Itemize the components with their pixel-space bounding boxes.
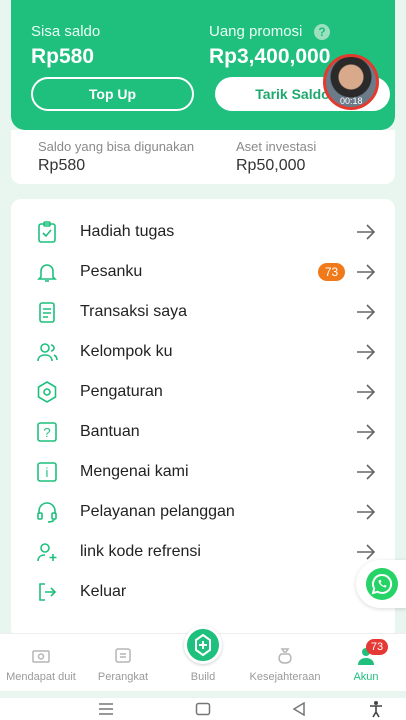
arrow-right-icon xyxy=(357,504,376,520)
clipboard-check-icon xyxy=(38,221,56,243)
arrow-right-icon xyxy=(357,384,376,400)
menu-item-label: Hadiah tugas xyxy=(80,223,175,240)
arrow-right-icon xyxy=(357,464,376,480)
money-icon xyxy=(32,650,50,663)
arrow-right-icon xyxy=(357,344,376,360)
menu-item-label: Bantuan xyxy=(80,423,140,440)
question-icon[interactable]: ? xyxy=(314,24,330,40)
promo-label: Uang promosi xyxy=(209,23,303,40)
settings-icon xyxy=(37,381,57,403)
menu-item-keluar[interactable]: Keluar xyxy=(11,572,395,612)
whatsapp-button[interactable] xyxy=(356,560,406,608)
menu-item-label: Kelompok ku xyxy=(80,343,173,360)
nav-account-badge: 73 xyxy=(366,639,388,655)
menu-item-label: link kode refrensi xyxy=(80,543,201,560)
nav-label: Kesejahteraan xyxy=(249,671,321,683)
info-icon: i xyxy=(37,462,57,482)
menu-item-label: Pelayanan pelanggan xyxy=(80,503,235,520)
build-icon xyxy=(195,633,211,657)
bell-icon xyxy=(37,264,57,282)
svg-text:?: ? xyxy=(43,425,50,440)
menu-item-label: Mengenai kami xyxy=(80,463,189,480)
device-icon xyxy=(115,648,131,663)
document-list-icon xyxy=(39,302,55,323)
video-time: 00:18 xyxy=(340,96,363,106)
saldo-value: Rp580 xyxy=(31,45,95,68)
nav-kesejahteraan[interactable]: Kesejahteraan xyxy=(244,634,326,692)
menu-item-pelayanan-pelanggan[interactable]: Pelayanan pelanggan xyxy=(11,492,395,532)
menu-item-link-kode-refrensi[interactable]: link kode refrensi xyxy=(11,532,395,572)
topup-button[interactable]: Top Up xyxy=(31,77,194,111)
sub-balance-card: Saldo yang bisa digunakan Rp580 Aset inv… xyxy=(11,130,395,184)
menu-item-label: Keluar xyxy=(80,583,127,600)
system-navigation-bar xyxy=(0,698,406,720)
menu-item-pesanku[interactable]: Pesanku 73 xyxy=(11,252,395,292)
menu-item-mengenai-kami[interactable]: i Mengenai kami xyxy=(11,452,395,492)
menu-item-hadiah-tugas[interactable]: Hadiah tugas xyxy=(11,212,395,252)
add-user-icon xyxy=(37,543,57,562)
menu-item-bantuan[interactable]: ? Bantuan xyxy=(11,412,395,452)
menu-item-transaksi-saya[interactable]: Transaksi saya xyxy=(11,292,395,332)
arrow-right-icon xyxy=(357,544,376,560)
arrow-right-icon xyxy=(357,304,376,320)
moneybag-icon xyxy=(278,648,292,664)
usable-balance-value: Rp580 xyxy=(38,157,86,174)
arrow-right-icon xyxy=(357,424,376,440)
svg-text:i: i xyxy=(46,465,49,480)
home-icon[interactable] xyxy=(195,702,211,716)
accessibility-icon[interactable] xyxy=(368,700,384,718)
nav-mendapat-duit[interactable]: Mendapat duit xyxy=(4,634,78,692)
unread-badge: 73 xyxy=(318,263,345,281)
promo-value: Rp3,400,000 xyxy=(209,45,331,68)
help-icon: ? xyxy=(37,422,57,442)
recent-apps-icon[interactable] xyxy=(97,702,115,716)
investment-value: Rp50,000 xyxy=(236,157,306,174)
whatsapp-icon xyxy=(366,568,398,600)
arrow-right-icon xyxy=(357,224,376,240)
logout-icon xyxy=(39,583,57,601)
headset-icon xyxy=(37,502,57,523)
nav-label: Mendapat duit xyxy=(6,671,76,683)
arrow-right-icon xyxy=(357,264,376,280)
back-icon[interactable] xyxy=(292,702,306,716)
usable-balance-label: Saldo yang bisa digunakan xyxy=(38,139,195,154)
saldo-label: Sisa saldo xyxy=(31,23,101,40)
group-icon xyxy=(37,343,58,362)
nav-label: Build xyxy=(190,671,216,683)
menu-item-pengaturan[interactable]: Pengaturan xyxy=(11,372,395,412)
nav-label: Perangkat xyxy=(97,671,149,683)
menu-item-kelompok-ku[interactable]: Kelompok ku xyxy=(11,332,395,372)
account-menu: Hadiah tugas Pesanku 73 Transaksi saya K… xyxy=(11,199,395,639)
nav-label: Akun xyxy=(353,671,379,683)
investment-label: Aset investasi xyxy=(236,139,317,154)
build-button[interactable] xyxy=(184,626,222,664)
menu-item-label: Transaksi saya xyxy=(80,303,187,320)
menu-item-label: Pesanku xyxy=(80,263,143,280)
nav-perangkat[interactable]: Perangkat xyxy=(88,634,158,692)
menu-item-label: Pengaturan xyxy=(80,383,163,400)
